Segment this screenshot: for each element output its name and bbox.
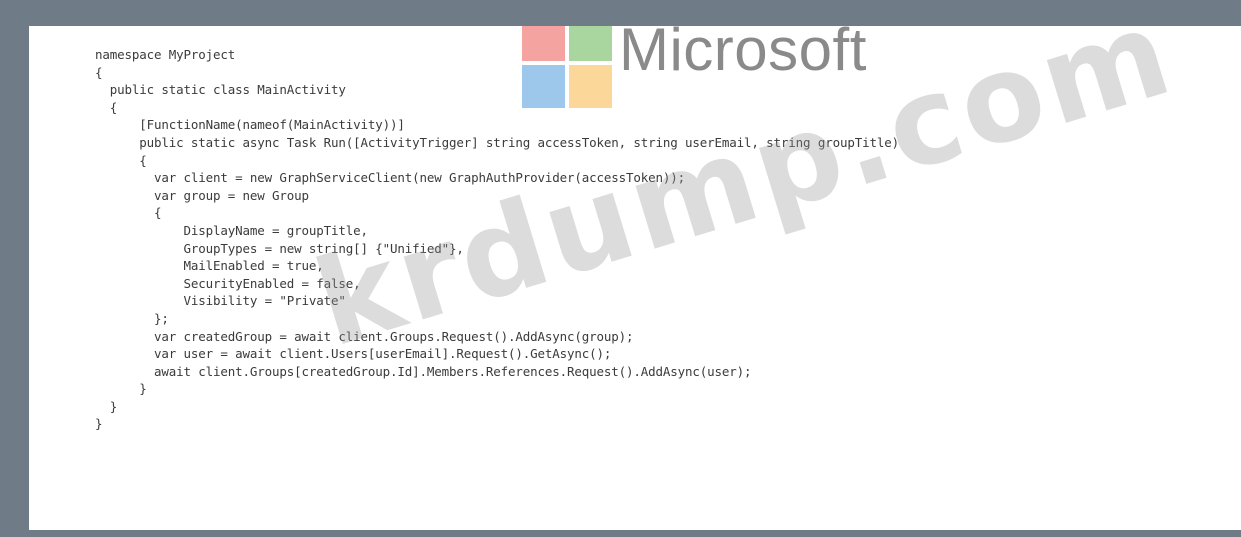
code-line: await client.Groups[createdGroup.Id].Mem… bbox=[95, 363, 752, 379]
code-line: } bbox=[95, 398, 118, 414]
code-line: namespace MyProject bbox=[95, 47, 236, 62]
code-line: [FunctionName(nameof(MainActivity))] bbox=[95, 117, 405, 133]
code-line: } bbox=[95, 381, 147, 397]
code-line: var client = new GraphServiceClient(new … bbox=[95, 170, 686, 186]
code-line: } bbox=[95, 416, 103, 432]
code-line: { bbox=[95, 205, 162, 221]
code-line: DisplayName = groupTitle, bbox=[95, 222, 369, 238]
code-line: public static class MainActivity bbox=[95, 82, 346, 98]
code-line: var createdGroup = await client.Groups.R… bbox=[95, 328, 634, 344]
code-line: { bbox=[95, 99, 118, 115]
code-line: }; bbox=[95, 310, 169, 326]
code-line: MailEnabled = true, bbox=[95, 258, 324, 274]
code-document: Microsoft namespace MyProject{ public st… bbox=[29, 26, 1241, 530]
code-line: Visibility = "Private" bbox=[95, 293, 346, 309]
code-line: GroupTypes = new string[] {"Unified"}, bbox=[95, 240, 464, 256]
code-block: namespace MyProject { public static class… bbox=[95, 46, 899, 433]
code-line: SecurityEnabled = false, bbox=[95, 275, 361, 291]
screenshot-frame: Microsoft namespace MyProject{ public st… bbox=[0, 0, 1241, 537]
code-line: { bbox=[95, 64, 103, 80]
code-line: var group = new Group bbox=[95, 187, 309, 203]
code-line: { bbox=[95, 152, 147, 168]
code-line: public static async Task Run([ActivityTr… bbox=[95, 134, 899, 150]
code-line: var user = await client.Users[userEmail]… bbox=[95, 346, 612, 362]
